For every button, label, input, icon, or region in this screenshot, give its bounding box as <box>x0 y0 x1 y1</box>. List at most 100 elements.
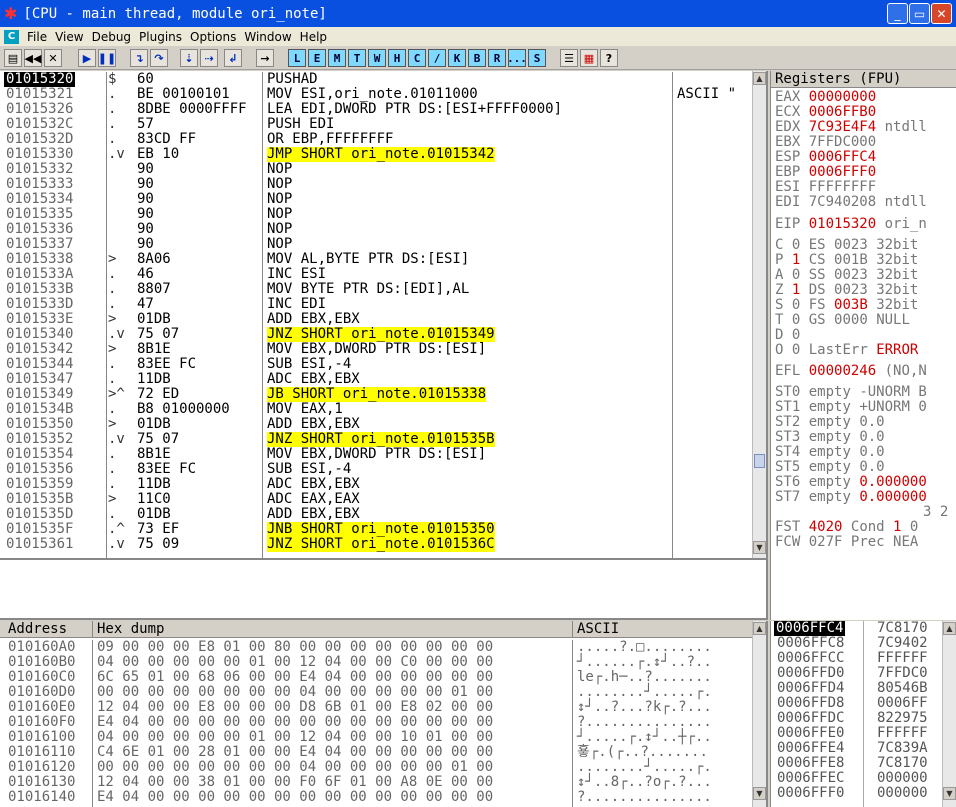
disasm-row[interactable]: 01015361 .v 75 09 JNZ SHORT ori_note.010153… <box>0 537 752 552</box>
menu-plugins[interactable]: Plugins <box>139 30 182 44</box>
dump-scroll-down-icon[interactable]: ▼ <box>753 787 766 800</box>
fpu-register-line[interactable]: ST3 empty 0.0 <box>771 430 956 445</box>
minimize-button[interactable]: _ <box>887 3 908 24</box>
breakpoints-button[interactable]: B <box>468 49 486 67</box>
windows-button[interactable]: W <box>368 49 386 67</box>
disasm-row[interactable]: 01015334 90 NOP <box>0 192 752 207</box>
trace-into-icon[interactable]: ⇣ <box>180 49 198 67</box>
maximize-button[interactable]: ▭ <box>909 3 930 24</box>
disasm-row[interactable]: 01015347. 11DB ADC EBX,EBX <box>0 372 752 387</box>
register-line[interactable]: ESP 0006FFC4 <box>771 150 956 165</box>
disasm-row[interactable]: 0101533E >01DB ADD EBX,EBX <box>0 312 752 327</box>
disasm-row[interactable]: 01015349 >^ 72 ED JB SHORT ori_note.0101533… <box>0 387 752 402</box>
stack-scroll-down-icon[interactable]: ▼ <box>943 787 956 800</box>
trace-over-icon[interactable]: ⇢ <box>200 49 218 67</box>
flag-line[interactable]: S 0 FS 003B 32bit <box>771 298 956 313</box>
stack-row[interactable]: 0006FFDC 822975 <box>771 711 943 726</box>
stack-row[interactable]: 0006FFC4 7C8170 <box>771 621 943 636</box>
stack-pane[interactable]: 0006FFC4 7C8170 0006FFC8 7C9402 0006FFCC FFFF… <box>770 621 956 807</box>
fpu-register-line[interactable]: ST0 empty -UNORM B <box>771 385 956 400</box>
stack-row[interactable]: 0006FFD0 7FFDC0 <box>771 666 943 681</box>
disasm-row[interactable]: 0101535B >11C0 ADC EAX,EAX <box>0 492 752 507</box>
dump-scroll-up-icon[interactable]: ▲ <box>753 622 766 635</box>
flag-line[interactable]: D 0 <box>771 328 956 343</box>
register-line[interactable]: EDX 7C93E4F4 ntdll <box>771 120 956 135</box>
dump-row[interactable]: 010160F0 E4 04 00 00 00 00 00 00 00 00 00… <box>0 715 752 730</box>
handles-button[interactable]: H <box>388 49 406 67</box>
fpu-register-line[interactable]: ST4 empty 0.0 <box>771 445 956 460</box>
flag-line[interactable]: C 0 ES 0023 32bit <box>771 238 956 253</box>
register-line[interactable]: EIP 01015320 ori_n <box>771 217 956 232</box>
stack-row[interactable]: 0006FFC8 7C9402 <box>771 636 943 651</box>
run-trace-button[interactable]: ... <box>507 49 527 67</box>
fpu-register-line[interactable]: ST1 empty +UNORM 0 <box>771 400 956 415</box>
disasm-row[interactable]: 01015340 .v 75 07 JNZ SHORT ori_note.010153… <box>0 327 752 342</box>
stack-row[interactable]: 0006FFE4 7C839A <box>771 741 943 756</box>
flag-line[interactable]: Z 1 DS 0023 32bit <box>771 283 956 298</box>
pause-icon[interactable]: ❚❚ <box>98 49 116 67</box>
run-icon[interactable]: ▶ <box>78 49 96 67</box>
scroll-up-icon[interactable]: ▲ <box>753 72 766 85</box>
dump-row[interactable]: 01016100 04 00 00 00 00 00 01 00 12 04 00… <box>0 730 752 745</box>
disasm-row[interactable]: 01015326. 8DBE 0000FFFF LEA EDI,DWORD PTR … <box>0 102 752 117</box>
efl-line[interactable]: EFL 00000246 (NO,N <box>771 364 956 379</box>
disasm-row[interactable]: 01015359. 11DB ADC EBX,EBX <box>0 477 752 492</box>
stack-row[interactable]: 0006FFE8 7C8170 <box>771 756 943 771</box>
disassembly-scrollbar[interactable]: ▲ ▼ <box>752 71 766 558</box>
disasm-row[interactable]: 0101534B. B8 01000000 MOV EAX,1 <box>0 402 752 417</box>
step-into-icon[interactable]: ↴ <box>130 49 148 67</box>
dump-row[interactable]: 01016120 00 00 00 00 00 00 00 00 04 00 00… <box>0 760 752 775</box>
dump-row[interactable]: 01016130 12 04 00 00 38 01 00 00 F0 6F 01… <box>0 775 752 790</box>
register-line[interactable]: EDI 7C940208 ntdll <box>771 195 956 210</box>
disasm-row[interactable]: 01015330 .v EB 10 JMP SHORT ori_note.010153… <box>0 147 752 162</box>
list-options-icon[interactable]: ☰ <box>560 49 578 67</box>
disasm-row[interactable]: 01015335 90 NOP <box>0 207 752 222</box>
disasm-row[interactable]: 01015356. 83EE FC SUB ESI,-4 <box>0 462 752 477</box>
flag-line[interactable]: O 0 LastErr ERROR <box>771 343 956 358</box>
modules-button[interactable]: E <box>308 49 326 67</box>
stack-row[interactable]: 0006FFE0 FFFFFF <box>771 726 943 741</box>
step-over-icon[interactable]: ↷ <box>150 49 168 67</box>
menu-debug[interactable]: Debug <box>92 30 131 44</box>
fcw-line[interactable]: FCW 027F Prec NEA <box>771 535 956 550</box>
menu-file[interactable]: File <box>27 30 47 44</box>
menu-window[interactable]: Window <box>244 30 291 44</box>
flag-line[interactable]: A 0 SS 0023 32bit <box>771 268 956 283</box>
execute-till-return-icon[interactable]: ↲ <box>224 49 242 67</box>
register-line[interactable]: EBX 7FFDC000 <box>771 135 956 150</box>
references-button[interactable]: R <box>488 49 506 67</box>
dump-row[interactable]: 01016140 E4 04 00 00 00 00 00 00 00 00 00… <box>0 790 752 805</box>
stack-scroll-up-icon[interactable]: ▲ <box>943 622 956 635</box>
disasm-row[interactable]: 01015337 90 NOP <box>0 237 752 252</box>
fpu-register-line[interactable]: ST7 empty 0.000000 <box>771 490 956 505</box>
register-line[interactable]: ECX 0006FFB0 <box>771 105 956 120</box>
disasm-row[interactable]: 0101535D. 01DB ADD EBX,EBX <box>0 507 752 522</box>
stack-scrollbar[interactable]: ▲ ▼ <box>942 621 956 807</box>
fpu-register-line[interactable]: ST5 empty 0.0 <box>771 460 956 475</box>
flag-line[interactable]: P 1 CS 001B 32bit <box>771 253 956 268</box>
dump-row[interactable]: 010160C0 6C 65 01 00 68 06 00 00 E4 04 00… <box>0 670 752 685</box>
dump-row[interactable]: 01016110 C4 6E 01 00 28 01 00 00 E4 04 00… <box>0 745 752 760</box>
cpu-button[interactable]: C <box>408 49 426 67</box>
memory-button[interactable]: M <box>328 49 346 67</box>
go-to-icon[interactable]: → <box>256 49 274 67</box>
disasm-row[interactable]: 0101533B. 8807 MOV BYTE PTR DS:[EDI],AL <box>0 282 752 297</box>
register-line[interactable]: EAX 00000000 <box>771 90 956 105</box>
register-line[interactable]: ESI FFFFFFFF <box>771 180 956 195</box>
menu-help[interactable]: Help <box>300 30 327 44</box>
fpu-register-line[interactable]: ST2 empty 0.0 <box>771 415 956 430</box>
dump-row[interactable]: 010160B0 04 00 00 00 00 00 01 00 12 04 00… <box>0 655 752 670</box>
restart-icon[interactable]: ◀◀ <box>24 49 42 67</box>
stack-row[interactable]: 0006FFD4 80546B <box>771 681 943 696</box>
disasm-row[interactable]: 0101533D. 47 INC EDI <box>0 297 752 312</box>
disasm-row[interactable]: 01015352 .v 75 07 JNZ SHORT ori_note.010153… <box>0 432 752 447</box>
close-button[interactable]: ✕ <box>931 3 952 24</box>
disasm-row[interactable]: 01015342 >8B1E MOV EBX,DWORD PTR DS:[ESI] <box>0 342 752 357</box>
patches-button[interactable]: / <box>428 49 446 67</box>
menu-options[interactable]: Options <box>190 30 236 44</box>
log-window-button[interactable]: L <box>288 49 306 67</box>
stack-row[interactable]: 0006FFCC FFFFFF <box>771 651 943 666</box>
disasm-row[interactable]: 01015344. 83EE FC SUB ESI,-4 <box>0 357 752 372</box>
dump-pane[interactable]: Address Hex dump ASCII 010160A0 09 00 00 … <box>0 621 768 807</box>
appearance-icon[interactable]: ▦ <box>580 49 598 67</box>
